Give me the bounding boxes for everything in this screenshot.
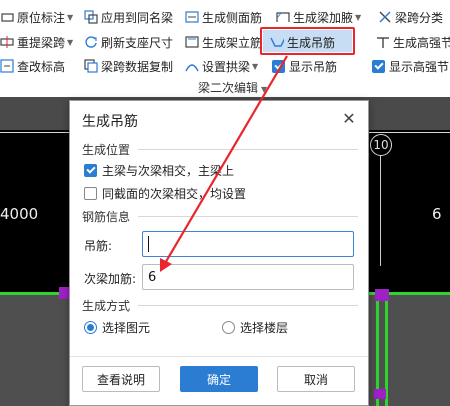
- stirrup-field-label: 次梁加筋:: [84, 272, 137, 286]
- radio-dot[interactable]: [84, 321, 97, 334]
- ribbon: 原位标注 ▼ 应用到同名梁 生成侧面筋 生成梁加腋 ▼ 梁跨分类 重提梁跨 ▼ 刷新支…: [0, 0, 450, 97]
- chevron-down-icon: ▼: [261, 85, 268, 94]
- option-same-section[interactable]: 同截面的次梁相交，均设置: [84, 185, 246, 202]
- gen-haunch-label: 生成梁加腋: [293, 10, 354, 25]
- axis-number: 10: [373, 138, 389, 152]
- span-classify-button[interactable]: 梁跨分类: [378, 8, 443, 26]
- apply-same-name-button[interactable]: 应用到同名梁: [84, 8, 173, 26]
- refresh-icon: [84, 35, 98, 49]
- dimension-right: 6: [432, 205, 442, 223]
- chevron-down-icon: ▼: [252, 61, 259, 71]
- beam-mark-icon: [0, 10, 14, 24]
- checkbox-same-section[interactable]: [84, 187, 97, 200]
- section-position: 生成位置: [82, 141, 358, 158]
- cancel-button[interactable]: 取消: [277, 366, 355, 392]
- stirrup-input-value: 6: [148, 269, 157, 285]
- option-main-secondary-label: 主梁与次梁相交，主梁上: [102, 164, 235, 178]
- option-same-section-label: 同截面的次梁相交，均设置: [102, 187, 247, 201]
- radio-select-floor-label: 选择楼层: [240, 321, 289, 335]
- section-method-label: 生成方式: [82, 299, 131, 313]
- section-rebar-label: 钢筋信息: [82, 210, 131, 224]
- radio-dot[interactable]: [222, 321, 235, 334]
- chevron-down-icon: ▼: [355, 12, 362, 22]
- refresh-support-label: 刷新支座尺寸: [101, 35, 174, 50]
- copy-beam-icon: [84, 10, 98, 24]
- hanger-field-label: 吊筋:: [84, 239, 113, 253]
- gen-high-strength-button[interactable]: 生成高强节: [376, 33, 450, 51]
- show-hanger-toggle[interactable]: 显示吊筋: [272, 57, 337, 75]
- origin-mark-button[interactable]: 原位标注 ▼: [0, 8, 73, 26]
- stirrup-input[interactable]: 6: [142, 264, 354, 290]
- gen-side-rebar-label: 生成侧面筋: [202, 10, 263, 25]
- show-hanger-checkbox[interactable]: [272, 59, 285, 73]
- hanger-input[interactable]: [142, 231, 354, 257]
- radio-select-element-label: 选择图元: [102, 321, 151, 335]
- apply-same-name-label: 应用到同名梁: [101, 10, 174, 25]
- gen-high-strength-label: 生成高强节: [393, 35, 450, 50]
- dialog-title: 生成吊筋: [82, 114, 138, 130]
- show-high-strength-checkbox[interactable]: [372, 59, 385, 73]
- side-rebar-icon: [185, 10, 199, 24]
- copy-data-icon: [84, 59, 98, 73]
- axis-marker: 10: [370, 134, 392, 156]
- support-node: [59, 287, 69, 299]
- refresh-support-button[interactable]: 刷新支座尺寸: [84, 33, 173, 51]
- checkbox-main-secondary[interactable]: [84, 164, 97, 177]
- section-position-label: 生成位置: [82, 143, 131, 157]
- gen-erect-rebar-label: 生成架立筋: [202, 35, 263, 50]
- gen-haunch-button[interactable]: 生成梁加腋 ▼: [276, 8, 361, 26]
- option-main-secondary[interactable]: 主梁与次梁相交，主梁上: [84, 162, 234, 179]
- set-arch-beam-button[interactable]: 设置拱梁 ▼: [185, 57, 258, 75]
- check-elevation-label: 查改标高: [17, 59, 66, 74]
- ribbon-group-label[interactable]: 梁二次编辑 ▼: [198, 79, 267, 96]
- chevron-down-icon: ▼: [67, 12, 74, 22]
- show-hanger-label: 显示吊筋: [289, 59, 338, 74]
- span-classify-label: 梁跨分类: [395, 10, 444, 25]
- show-high-strength-toggle[interactable]: 显示高强节: [372, 57, 449, 75]
- dialog-divider: [70, 356, 368, 357]
- haunch-icon: [276, 10, 290, 24]
- set-arch-beam-label: 设置拱梁: [202, 59, 251, 74]
- close-icon[interactable]: ✕: [340, 109, 358, 128]
- highlight-box: [260, 27, 355, 55]
- text-caret: [148, 236, 149, 252]
- classify-icon: [378, 10, 392, 24]
- support-node: [375, 289, 389, 301]
- origin-mark-label: 原位标注: [17, 10, 66, 25]
- help-button[interactable]: 查看说明: [82, 366, 160, 392]
- axis-line: [380, 156, 381, 266]
- erect-rebar-icon: [185, 35, 199, 49]
- gen-erect-rebar-button[interactable]: 生成架立筋: [185, 33, 262, 51]
- high-strength-icon: [376, 35, 390, 49]
- gen-side-rebar-button[interactable]: 生成侧面筋: [185, 8, 262, 26]
- radio-select-element[interactable]: 选择图元: [84, 319, 150, 336]
- chevron-down-icon: ▼: [67, 37, 74, 47]
- re-extract-span-label: 重提梁跨: [17, 35, 66, 50]
- copy-span-data-label: 梁跨数据复制: [101, 59, 174, 74]
- show-high-strength-label: 显示高强节: [389, 59, 450, 74]
- section-rebar-info: 钢筋信息: [82, 208, 358, 225]
- gen-hanger-dialog: 生成吊筋 ✕ 生成位置 主梁与次梁相交，主梁上 同截面的次梁相交，均设置 钢筋信…: [69, 100, 369, 406]
- radio-select-floor[interactable]: 选择楼层: [222, 319, 288, 336]
- elevation-icon: [0, 59, 14, 73]
- arch-beam-icon: [185, 59, 199, 73]
- support-node: [374, 389, 386, 399]
- re-extract-span-button[interactable]: 重提梁跨 ▼: [0, 33, 73, 51]
- ok-button[interactable]: 确定: [180, 366, 258, 392]
- check-elevation-button[interactable]: 查改标高: [0, 57, 65, 75]
- span-icon: [0, 35, 14, 49]
- copy-span-data-button[interactable]: 梁跨数据复制: [84, 57, 173, 75]
- dimension-left: 4000: [0, 205, 39, 223]
- group-label-text: 梁二次编辑: [198, 81, 259, 95]
- section-method: 生成方式: [82, 297, 358, 314]
